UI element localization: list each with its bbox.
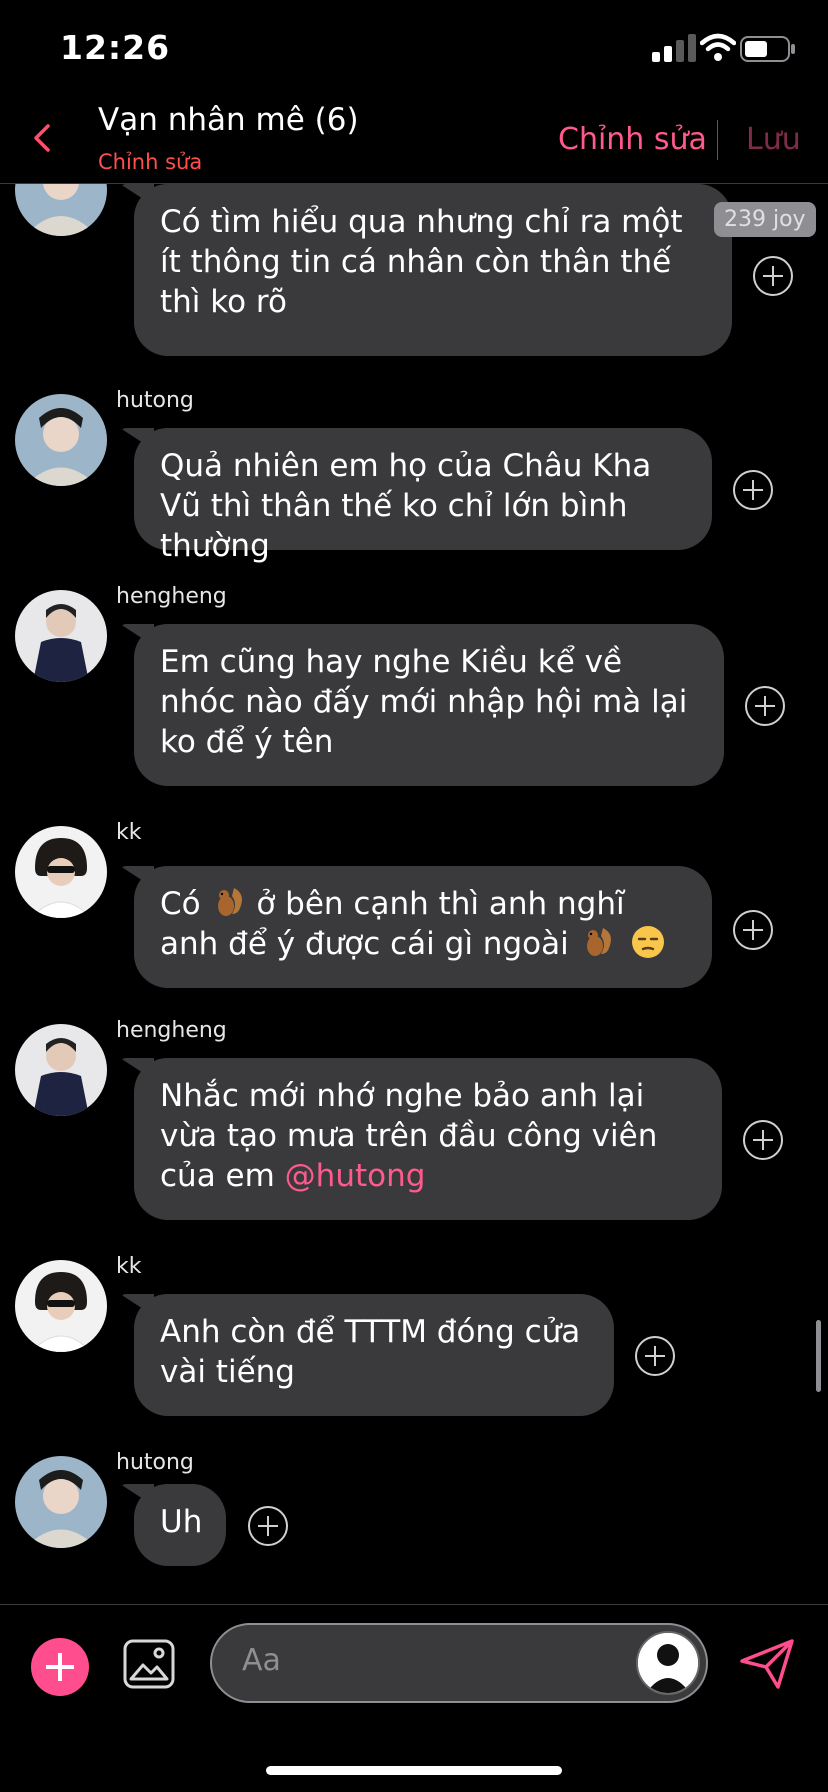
plus-circle-icon[interactable]: [31, 1638, 89, 1696]
message-bubble[interactable]: Có tìm hiểu qua nhưng chỉ ra một ít thôn…: [134, 184, 732, 356]
avatar-hutong[interactable]: [15, 1456, 107, 1548]
message-input[interactable]: Aa: [210, 1623, 708, 1703]
chat-subtitle[interactable]: Chỉnh sửa: [98, 150, 202, 174]
message-bubble[interactable]: Nhắc mới nhớ nghe bảo anh lại vừa tạo mư…: [134, 1058, 722, 1220]
avatar-kk[interactable]: [15, 1260, 107, 1352]
message-bubble[interactable]: Anh còn để TTTM đóng cửa vài tiếng: [134, 1294, 614, 1416]
save-button[interactable]: Lưu: [746, 122, 801, 157]
paper-plane-icon[interactable]: [738, 1637, 796, 1691]
message-text: Có tìm hiểu qua nhưng chỉ ra một ít thôn…: [160, 204, 683, 320]
input-placeholder: Aa: [242, 1643, 281, 1678]
image-icon[interactable]: [123, 1639, 175, 1689]
add-reaction-icon[interactable]: [743, 1120, 783, 1160]
sender-name: hutong: [116, 1450, 194, 1475]
message-feed[interactable]: 239 joy Có tìm hiểu qua nhưng chỉ ra một…: [0, 184, 828, 1600]
back-chevron-icon[interactable]: [28, 118, 58, 158]
add-reaction-icon[interactable]: [635, 1336, 675, 1376]
mention-link[interactable]: @hutong: [285, 1158, 426, 1194]
avatar-hutong[interactable]: [15, 394, 107, 486]
avatar-hengheng[interactable]: [15, 1024, 107, 1116]
status-time: 12:26: [60, 28, 171, 67]
sender-name: hengheng: [116, 584, 227, 609]
message-text: Có: [160, 886, 201, 922]
sender-name: hutong: [116, 388, 194, 413]
avatar-hutong[interactable]: [15, 184, 107, 236]
sender-name: kk: [116, 820, 142, 845]
message-bubble[interactable]: Quả nhiên em họ của Châu Kha Vũ thì thân…: [134, 428, 712, 564]
chat-header: Vạn nhân mê (6) Chỉnh sửa Chỉnh sửa Lưu: [0, 100, 828, 184]
message-text: Uh: [160, 1504, 203, 1540]
scroll-indicator[interactable]: [816, 1320, 821, 1392]
joy-badge: 239 joy: [714, 202, 816, 237]
signal-icon: [652, 34, 696, 62]
avatar-kk[interactable]: [15, 826, 107, 918]
wifi-icon: [700, 33, 736, 61]
status-bar: 12:26: [0, 0, 828, 100]
squirrel-emoji-icon: [586, 928, 611, 956]
message-text: Em cũng hay nghe Kiều kể về nhóc nào đấy…: [160, 644, 688, 760]
message-bubble[interactable]: Em cũng hay nghe Kiều kể về nhóc nào đấy…: [134, 624, 724, 786]
message-composer: Aa: [0, 1604, 828, 1725]
sticker-avatar-icon[interactable]: [636, 1631, 700, 1695]
message-bubble[interactable]: Uh: [134, 1484, 226, 1566]
unamused-face-emoji-icon: [632, 926, 665, 958]
sender-name: kk: [116, 1254, 142, 1279]
add-reaction-icon[interactable]: [733, 910, 773, 950]
message-text: Quả nhiên em họ của Châu Kha Vũ thì thân…: [160, 448, 652, 564]
add-reaction-icon[interactable]: [248, 1506, 288, 1546]
add-reaction-icon[interactable]: [745, 686, 785, 726]
add-reaction-icon[interactable]: [753, 256, 793, 296]
message-text: Anh còn để TTTM đóng cửa vài tiếng: [160, 1314, 581, 1390]
battery-icon: [740, 36, 795, 62]
squirrel-emoji-icon: [218, 888, 243, 916]
home-indicator[interactable]: [266, 1766, 562, 1775]
avatar-hengheng[interactable]: [15, 590, 107, 682]
sender-name: hengheng: [116, 1018, 227, 1043]
edit-button[interactable]: Chỉnh sửa: [558, 122, 707, 157]
add-reaction-icon[interactable]: [733, 470, 773, 510]
header-divider: [717, 120, 718, 160]
chat-title[interactable]: Vạn nhân mê (6): [98, 102, 359, 138]
message-bubble[interactable]: Có ở bên cạnh thì anh nghĩ anh để ý được…: [134, 866, 712, 988]
